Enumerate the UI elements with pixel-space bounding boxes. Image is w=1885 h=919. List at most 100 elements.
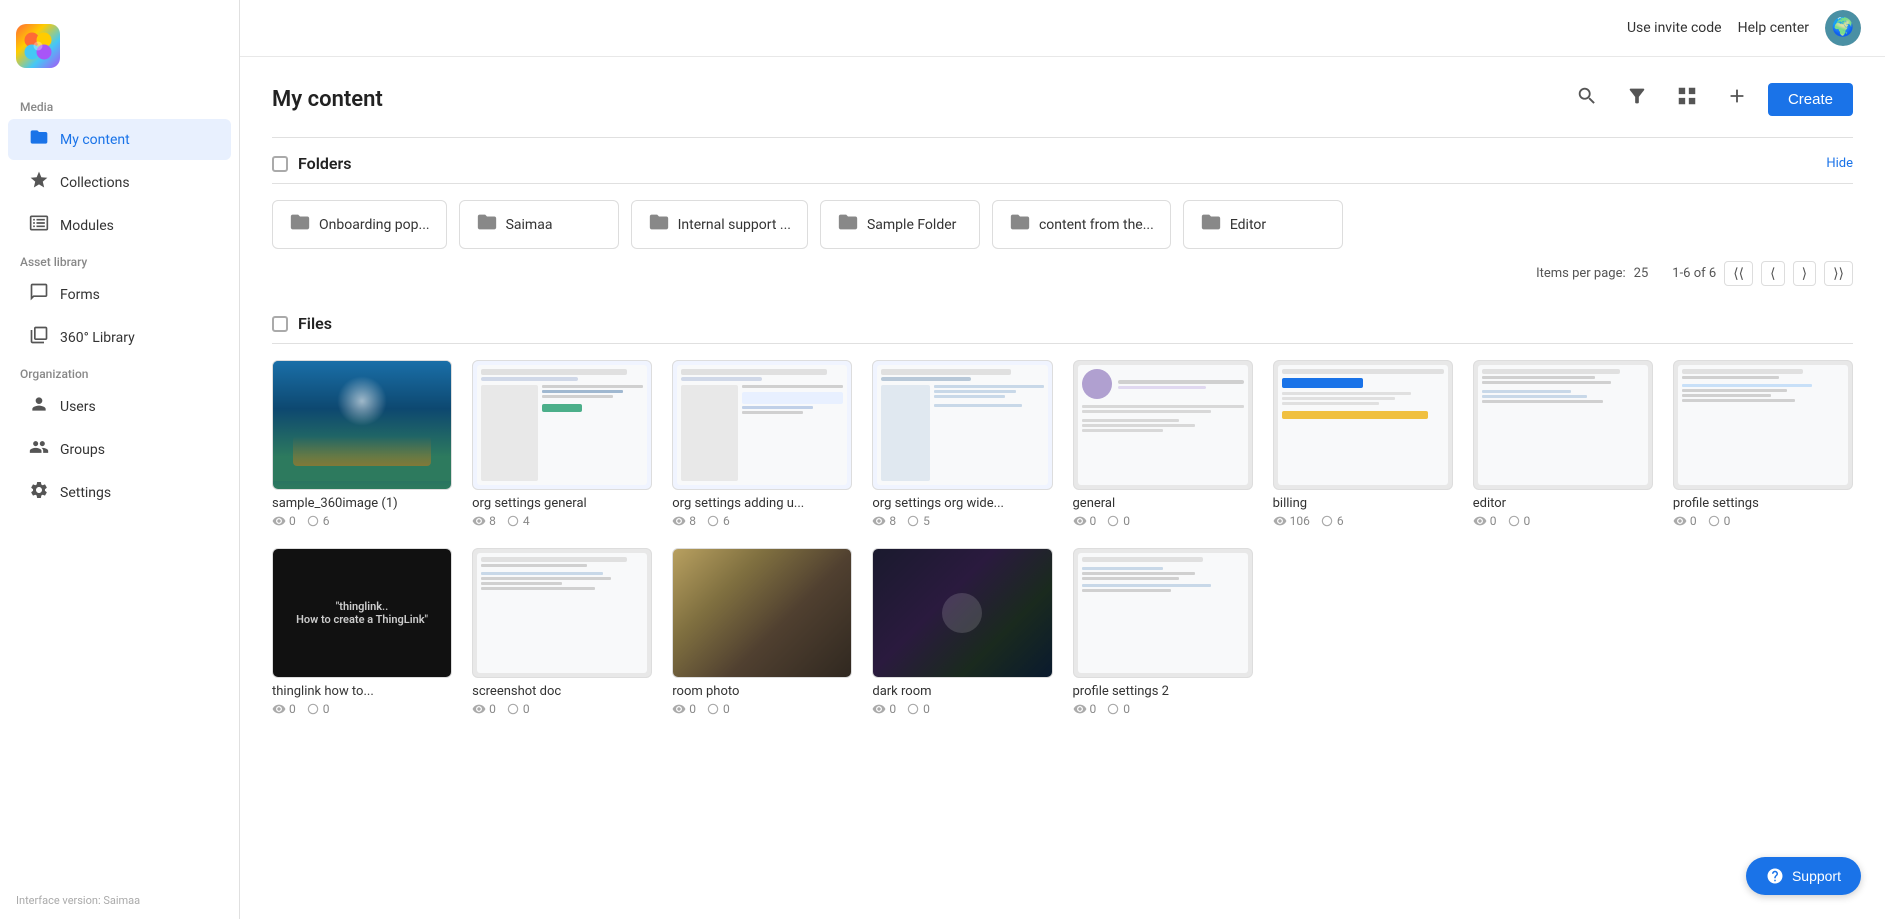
file-card-editor[interactable]: editor 0 0 (1473, 360, 1653, 528)
sidebar-item-label: Modules (60, 218, 114, 234)
folder-name: Onboarding pop... (319, 217, 430, 233)
hide-folders-button[interactable]: Hide (1826, 156, 1853, 171)
folder-item-saimaa[interactable]: Saimaa (459, 200, 619, 249)
folder-item-sample[interactable]: Sample Folder (820, 200, 980, 249)
file-thumbnail (272, 360, 452, 490)
sidebar-item-modules[interactable]: Modules (8, 205, 231, 246)
sidebar-item-settings[interactable]: Settings (8, 472, 231, 513)
file-name: dark room (872, 684, 1052, 699)
file-stats: 106 6 (1273, 514, 1453, 528)
interface-version: Interface version: Saimaa (16, 894, 140, 907)
file-stats: 0 0 (472, 702, 652, 716)
folders-header-left: Folders (272, 154, 351, 173)
file-thumbnail (672, 360, 852, 490)
file-card-org-settings-general[interactable]: org settings general 8 4 (472, 360, 652, 528)
folders-checkbox[interactable] (272, 156, 288, 172)
file-name: thinglink how to... (272, 684, 452, 699)
pagination-prev[interactable]: ⟨ (1761, 261, 1784, 286)
main-area: Use invite code Help center 🌍 My content (240, 0, 1885, 919)
file-thumbnail (872, 548, 1052, 678)
grid-view-button[interactable] (1668, 81, 1706, 117)
view-count: 0 (272, 514, 296, 528)
sidebar-item-label: My content (60, 132, 130, 148)
file-name: screenshot doc (472, 684, 652, 699)
help-center-link[interactable]: Help center (1738, 20, 1809, 36)
folder-icon (476, 211, 498, 238)
items-per-page-value: 25 (1634, 266, 1649, 281)
files-checkbox[interactable] (272, 316, 288, 332)
link-count: 6 (306, 514, 330, 528)
sidebar-item-label: Forms (60, 287, 100, 303)
file-card-org-settings-adding[interactable]: org settings adding u... 8 6 (672, 360, 852, 528)
file-card-profile-settings-2[interactable]: profile settings 2 0 0 (1073, 548, 1253, 716)
pagination-first[interactable]: ⟨⟨ (1724, 261, 1753, 286)
file-card-sample-360[interactable]: sample_360image (1) 0 6 (272, 360, 452, 528)
sidebar-item-my-content[interactable]: My content (8, 119, 231, 160)
folder-item-content-from[interactable]: content from the... (992, 200, 1171, 249)
add-button[interactable] (1718, 81, 1756, 117)
organization-section-label: Organization (0, 359, 239, 385)
file-name: profile settings 2 (1073, 684, 1253, 699)
file-card-thinglink[interactable]: "thinglink..How to create a ThingLink" t… (272, 548, 452, 716)
pagination-range: 1-6 of 6 (1672, 266, 1716, 281)
file-card-dark-room[interactable]: dark room 0 0 (872, 548, 1052, 716)
folder-name: Sample Folder (867, 217, 956, 233)
folder-icon (1200, 211, 1222, 238)
library-icon (28, 325, 50, 350)
file-card-profile-settings[interactable]: profile settings 0 0 (1673, 360, 1853, 528)
topbar: Use invite code Help center 🌍 (240, 0, 1885, 57)
file-stats: 8 4 (472, 514, 652, 528)
file-thumbnail (1073, 360, 1253, 490)
sidebar-item-label: Settings (60, 485, 111, 501)
folder-name: content from the... (1039, 217, 1154, 233)
pagination-next[interactable]: ⟩ (1793, 261, 1816, 286)
file-stats: 8 5 (872, 514, 1052, 528)
modules-icon (28, 213, 50, 238)
file-thumbnail (1673, 360, 1853, 490)
page-title: My content (272, 87, 383, 112)
filter-button[interactable] (1618, 81, 1656, 117)
folder-icon (28, 127, 50, 152)
files-header-left: Files (272, 314, 332, 333)
file-card-billing[interactable]: billing 106 6 (1273, 360, 1453, 528)
file-name: org settings org wide... (872, 496, 1052, 511)
file-thumbnail (1273, 360, 1453, 490)
file-stats: 0 0 (1073, 702, 1253, 716)
file-card-general[interactable]: general 0 0 (1073, 360, 1253, 528)
file-thumbnail (672, 548, 852, 678)
file-card-org-settings-orgwide[interactable]: org settings org wide... 8 5 (872, 360, 1052, 528)
folders-title: Folders (298, 154, 351, 173)
forms-icon (28, 282, 50, 307)
logo-area (0, 16, 239, 92)
sidebar-item-groups[interactable]: Groups (8, 429, 231, 470)
sidebar-item-collections[interactable]: Collections (8, 162, 231, 203)
content-header: My content Create (272, 81, 1853, 117)
file-card-room-photo[interactable]: room photo 0 0 (672, 548, 852, 716)
pagination-last[interactable]: ⟩⟩ (1824, 261, 1853, 286)
use-invite-code-link[interactable]: Use invite code (1627, 20, 1722, 36)
folder-item-internal-support[interactable]: Internal support ... (631, 200, 808, 249)
sidebar-item-label: Groups (60, 442, 105, 458)
folder-item-onboarding[interactable]: Onboarding pop... (272, 200, 447, 249)
sidebar-item-360-library[interactable]: 360° Library (8, 317, 231, 358)
file-name: general (1073, 496, 1253, 511)
sidebar-item-forms[interactable]: Forms (8, 274, 231, 315)
content-area: My content Create (240, 57, 1885, 919)
sidebar-item-users[interactable]: Users (8, 386, 231, 427)
support-label: Support (1792, 868, 1841, 884)
create-button[interactable]: Create (1768, 83, 1853, 116)
file-name: editor (1473, 496, 1653, 511)
support-button[interactable]: Support (1746, 857, 1861, 895)
header-divider (272, 137, 1853, 138)
folder-item-editor[interactable]: Editor (1183, 200, 1343, 249)
items-per-page-label: Items per page: (1536, 266, 1626, 281)
file-thumbnail: "thinglink..How to create a ThingLink" (272, 548, 452, 678)
search-button[interactable] (1568, 81, 1606, 117)
folder-icon (648, 211, 670, 238)
user-avatar[interactable]: 🌍 (1825, 10, 1861, 46)
file-name: profile settings (1673, 496, 1853, 511)
folder-name: Internal support ... (678, 217, 791, 233)
file-stats: 0 0 (272, 702, 452, 716)
file-card-screenshot-doc[interactable]: screenshot doc 0 0 (472, 548, 652, 716)
star-icon (28, 170, 50, 195)
